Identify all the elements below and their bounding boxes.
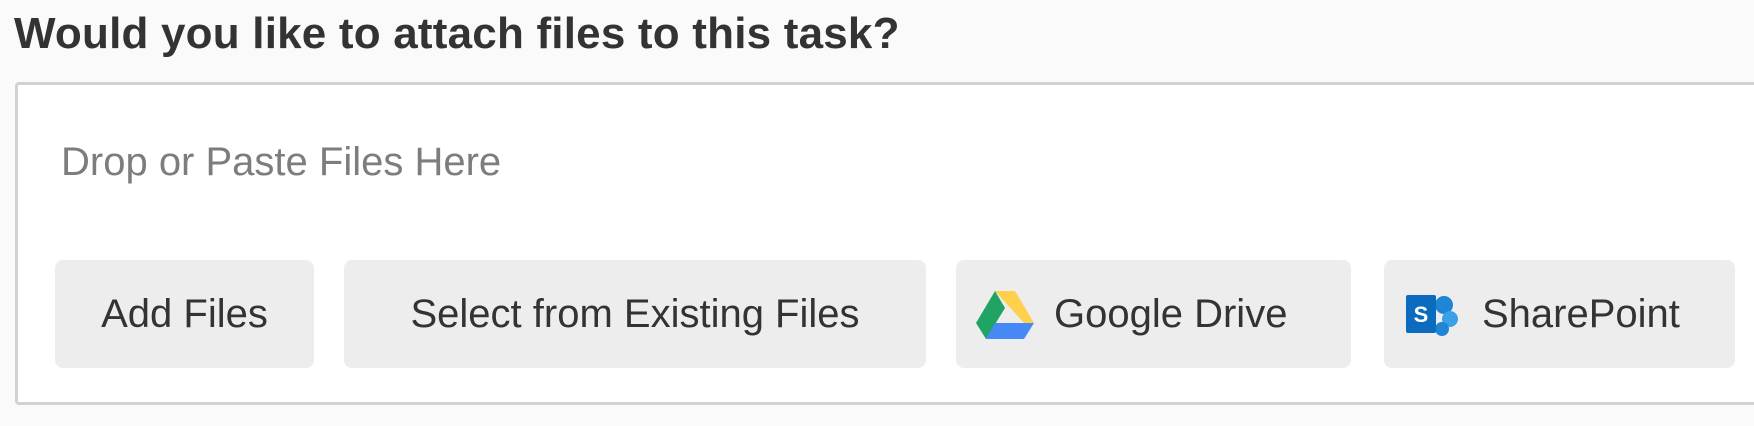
google-drive-button[interactable]: Google Drive [956, 260, 1351, 368]
google-drive-label: Google Drive [1054, 291, 1288, 336]
select-existing-files-label: Select from Existing Files [410, 291, 860, 336]
attach-files-question: Would you like to attach files to this t… [14, 9, 900, 58]
sharepoint-button[interactable]: S SharePoint [1384, 260, 1735, 368]
svg-text:S: S [1414, 302, 1429, 327]
select-existing-files-button[interactable]: Select from Existing Files [344, 260, 926, 368]
add-files-label: Add Files [101, 291, 268, 336]
google-drive-icon [976, 289, 1034, 339]
add-files-button[interactable]: Add Files [55, 260, 314, 368]
drop-zone-hint: Drop or Paste Files Here [61, 140, 502, 184]
sharepoint-icon: S [1404, 289, 1462, 339]
sharepoint-label: SharePoint [1482, 291, 1680, 336]
